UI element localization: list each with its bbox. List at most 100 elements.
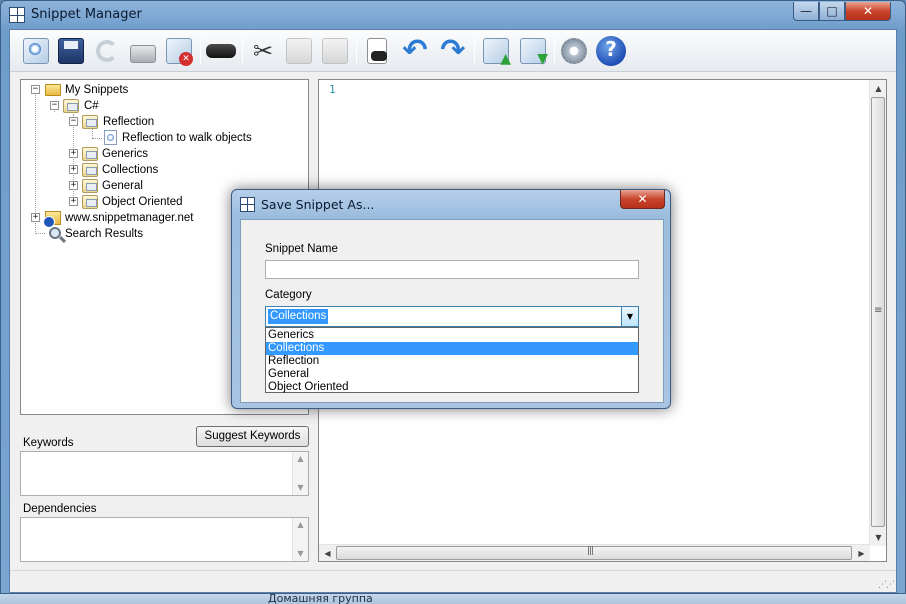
snippet-name-input[interactable] [265, 260, 639, 279]
dependencies-textbox[interactable]: ▲ ▼ [20, 517, 309, 562]
close-button[interactable]: ✕ [845, 2, 891, 21]
collapse-icon[interactable]: − [69, 117, 78, 126]
scroll-right-icon[interactable]: ▶ [853, 545, 870, 562]
help-icon: ? [596, 36, 626, 66]
editor-horizontal-scrollbar[interactable]: ◀ ▶ [319, 544, 870, 561]
dialog-close-button[interactable]: ✕ [620, 190, 665, 209]
collapse-icon[interactable]: − [50, 101, 59, 110]
find-in-document-button[interactable] [361, 35, 393, 67]
save-button[interactable] [55, 35, 87, 67]
snippet-folder-icon [82, 115, 98, 129]
tree-node-label: Reflection to walk objects [122, 132, 252, 144]
category-option-collections[interactable]: Collections [266, 342, 638, 355]
print-button[interactable] [127, 35, 159, 67]
undo-button[interactable]: ↶ [399, 35, 431, 67]
cut-button[interactable]: ✂ [247, 35, 279, 67]
new-snippet-icon [23, 38, 49, 64]
maximize-button[interactable]: □ [819, 2, 845, 21]
snippet-folder-icon [82, 195, 98, 209]
tree-node-collections[interactable]: + Collections [69, 162, 269, 178]
export-icon [483, 38, 511, 67]
tree-node-label: Generics [102, 148, 149, 160]
find-in-document-icon [367, 38, 387, 64]
new-snippet-button[interactable] [20, 35, 52, 67]
tree-node-label: Search Results [65, 228, 143, 240]
collapse-icon[interactable]: − [31, 85, 40, 94]
dependencies-scrollbar[interactable]: ▲ ▼ [292, 518, 308, 561]
snippet-name-label: Snippet Name [265, 243, 338, 255]
keywords-textbox[interactable]: ▲ ▼ [20, 451, 309, 496]
tree-node-reflection-to-walk-objects[interactable]: Reflection to walk objects [88, 130, 298, 146]
scrollbar-thumb[interactable] [336, 546, 852, 560]
expand-icon[interactable]: + [69, 149, 78, 158]
tree-node-label: General [102, 180, 143, 192]
scroll-left-icon[interactable]: ◀ [319, 545, 336, 562]
category-option-object-oriented[interactable]: Object Oriented [266, 381, 638, 394]
cut-icon: ✂ [252, 37, 274, 65]
delete-snippet-button[interactable] [163, 35, 195, 67]
tree-node-csharp[interactable]: − C# [50, 98, 250, 114]
snippet-folder-icon [63, 99, 79, 113]
web-folder-icon [43, 211, 61, 228]
status-bar: ⋰⋰ [10, 570, 896, 592]
scroll-up-icon[interactable]: ▲ [870, 80, 887, 97]
scrollbar-thumb[interactable] [871, 97, 885, 527]
scroll-up-icon[interactable]: ▲ [293, 452, 308, 466]
search-results-icon [49, 227, 61, 239]
snippet-folder-icon [82, 163, 98, 177]
expand-icon[interactable]: + [69, 181, 78, 190]
scroll-down-icon[interactable]: ▼ [870, 529, 887, 546]
editor-vertical-scrollbar[interactable]: ▲ ▼ [869, 80, 886, 546]
expand-icon[interactable]: + [69, 165, 78, 174]
find-button[interactable] [205, 35, 237, 67]
expand-icon[interactable]: + [31, 213, 40, 222]
settings-button[interactable] [558, 35, 590, 67]
category-option-reflection[interactable]: Reflection [266, 355, 638, 368]
find-icon [206, 44, 236, 58]
category-combobox[interactable]: Collections ▼ [265, 306, 639, 327]
redo-icon: ↷ [440, 33, 466, 68]
paste-button[interactable] [319, 35, 351, 67]
undo-icon: ↶ [402, 33, 428, 68]
keywords-scrollbar[interactable]: ▲ ▼ [292, 452, 308, 495]
save-icon [58, 38, 84, 64]
tree-node-my-snippets[interactable]: − My Snippets [31, 82, 301, 98]
import-button[interactable] [517, 35, 549, 67]
resize-grip-icon[interactable]: ⋰⋰ [878, 580, 895, 590]
minimize-button[interactable]: — [793, 2, 819, 21]
tree-node-label: Object Oriented [102, 196, 183, 208]
app-icon [9, 7, 25, 23]
toolbar-separator [242, 37, 243, 65]
scroll-up-icon[interactable]: ▲ [293, 518, 308, 532]
redo-button[interactable]: ↷ [437, 35, 469, 67]
refresh-icon [96, 40, 118, 62]
help-button[interactable]: ? [595, 35, 627, 67]
copy-button[interactable] [283, 35, 315, 67]
tree-node-generics[interactable]: + Generics [69, 146, 269, 162]
scroll-down-icon[interactable]: ▼ [293, 547, 308, 561]
dependencies-label: Dependencies [23, 503, 97, 515]
category-label: Category [265, 289, 312, 301]
toolbar-separator [554, 37, 555, 65]
toolbar-separator [474, 37, 475, 65]
tree-node-label: Collections [102, 164, 159, 176]
title-bar[interactable]: Snippet Manager — □ ✕ [1, 1, 905, 29]
suggest-keywords-button[interactable]: Suggest Keywords [196, 426, 309, 447]
import-icon [520, 38, 548, 67]
scroll-down-icon[interactable]: ▼ [293, 481, 308, 495]
refresh-button[interactable] [91, 35, 123, 67]
print-icon [130, 45, 156, 63]
snippet-folder-icon [82, 179, 98, 193]
export-button[interactable] [480, 35, 512, 67]
category-option-general[interactable]: General [266, 368, 638, 381]
copy-icon [286, 38, 312, 64]
settings-gear-icon [561, 38, 587, 64]
tree-node-reflection[interactable]: − Reflection [69, 114, 269, 130]
window-title: Snippet Manager [31, 7, 142, 22]
category-selected-value: Collections [268, 309, 329, 324]
expand-icon[interactable]: + [69, 197, 78, 206]
dialog-app-icon [240, 197, 255, 212]
category-option-generics[interactable]: Generics [266, 329, 638, 342]
chevron-down-icon[interactable]: ▼ [621, 307, 638, 326]
category-dropdown-list[interactable]: Generics Collections Reflection General … [265, 327, 639, 393]
